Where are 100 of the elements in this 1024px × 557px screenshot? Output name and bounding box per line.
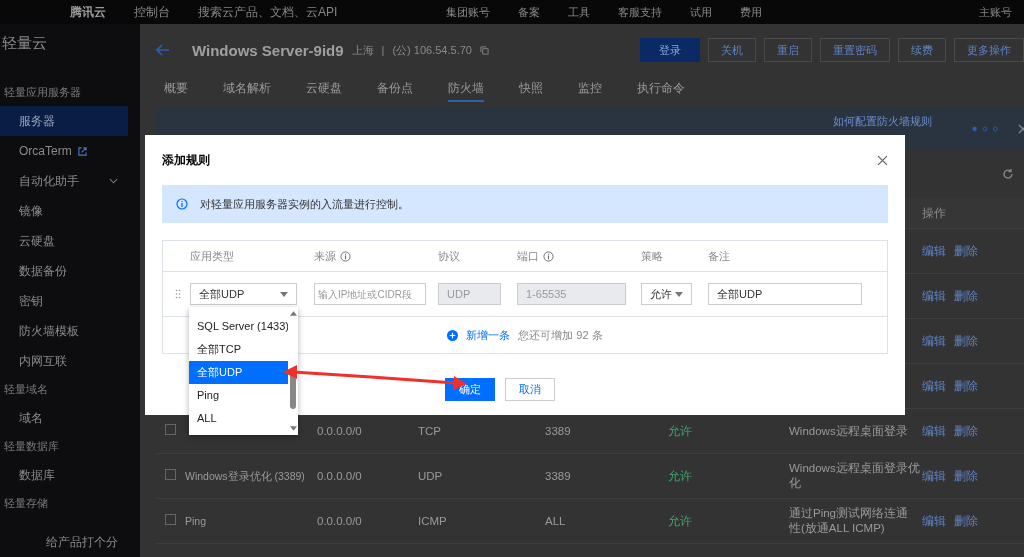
column-header: 应用类型 [190,248,234,264]
logo[interactable]: 腾讯云 [70,3,106,21]
add-rule-link[interactable]: 新增一条 [466,327,511,343]
close-icon[interactable] [877,154,888,166]
tab[interactable]: 备份点 [377,76,413,102]
caret-up-icon[interactable] [289,311,297,316]
column-header: 端口 [517,248,539,264]
row-action-link[interactable]: 删除 [954,379,978,392]
dropdown-option[interactable]: SQL Server (1433) [189,315,288,338]
tab[interactable]: 防火墙 [448,76,484,102]
back-arrow-icon[interactable] [156,44,170,56]
remaining-hint: 您还可增加 92 条 [518,327,603,343]
pagination-dots-icon[interactable] [972,126,998,132]
note-field[interactable]: 全部UDP [708,283,862,305]
sidebar-item[interactable]: 云硬盘 [0,226,140,256]
top-menu-item[interactable]: 集团账号 [446,4,490,20]
policy-status: 允许 [668,424,692,437]
table-cell: 0.0.0.0/0 [317,469,362,482]
tab[interactable]: 域名解析 [223,76,271,102]
sidebar-item[interactable]: 数据备份 [0,256,140,286]
sidebar-item[interactable]: 自动化助手 [0,166,140,196]
tab[interactable]: 执行命令 [637,76,685,102]
top-menu-item[interactable]: 备案 [518,4,540,20]
dropdown-option[interactable]: Ping [189,384,288,407]
action-button[interactable]: 重启 [764,38,812,62]
row-action-link[interactable]: 删除 [954,244,978,257]
add-icon[interactable] [447,329,459,341]
action-button[interactable]: 登录 [640,38,700,62]
table-cell: ALL [545,514,566,527]
type-select[interactable]: 全部UDP [190,283,297,305]
sidebar-item[interactable]: 镜像 [0,196,140,226]
top-menu-item[interactable]: 试用 [690,4,712,20]
drag-handle-icon[interactable] [175,289,181,299]
column-header: 协议 [438,248,460,264]
row-action-link[interactable]: 删除 [954,289,978,302]
sidebar-item[interactable]: 密钥 [0,286,140,316]
sidebar-item[interactable]: 防火墙模板 [0,316,140,346]
row-checkbox[interactable] [165,513,176,525]
row-checkbox[interactable] [165,468,176,480]
table-cell: 3389 [545,469,571,482]
external-link-icon [77,146,87,156]
sidebar-title: 轻量云 [1,33,48,53]
chevron-down-icon [109,178,118,184]
info-icon[interactable] [543,250,554,262]
sidebar-item[interactable]: 数据库 [0,460,140,490]
tab[interactable]: 概要 [164,76,188,102]
row-action-link[interactable]: 编辑 [922,334,946,347]
policy-status: 允许 [668,469,692,482]
row-checkbox[interactable] [165,423,176,435]
caret-down-icon[interactable] [289,426,297,431]
cancel-button[interactable]: 取消 [505,378,555,401]
row-action-link[interactable]: 编辑 [922,379,946,392]
row-action-link[interactable]: 删除 [954,334,978,347]
row-action-link[interactable]: 删除 [954,514,978,527]
sidebar-heading: 轻量域名 [3,382,49,397]
refresh-icon[interactable] [1002,168,1014,180]
row-action-link[interactable]: 删除 [954,424,978,437]
sidebar-heading: 轻量存储 [3,496,49,511]
ip-address: (公) 106.54.5.70 [392,42,472,58]
search-field[interactable]: 搜索云产品、文档、云API [198,5,418,19]
top-menu-item[interactable]: 工具 [568,4,590,20]
top-menu-item[interactable]: 费用 [740,4,762,20]
tab[interactable]: 监控 [578,76,602,102]
account-label[interactable]: 主账号 [979,4,1012,20]
row-action-link[interactable]: 编辑 [922,469,946,482]
sidebar-item[interactable]: 域名 [0,403,140,433]
sidebar-item[interactable]: 服务器 [0,106,128,136]
info-icon[interactable] [340,250,351,262]
table-cell: 0.0.0.0/0 [317,514,362,527]
action-button[interactable]: 重置密码 [820,38,890,62]
region-label: 上海 [351,42,374,58]
table-cell: Windows登录优化 (3389) [185,469,305,482]
copy-icon[interactable] [479,45,489,55]
row-action-link[interactable]: 编辑 [922,424,946,437]
table-cell: Windows远程桌面登录优化 [789,462,920,489]
table-cell: 通过Ping测试网络连通性(放通ALL ICMP) [789,507,909,534]
row-action-link[interactable]: 编辑 [922,289,946,302]
instance-name: Windows Server-9id9 [192,41,344,59]
console-link[interactable]: 控制台 [134,3,170,21]
table-cell: UDP [418,469,443,482]
row-action-link[interactable]: 编辑 [922,514,946,527]
source-field[interactable]: 输入IP地址或CIDR段 [314,283,426,305]
dropdown-option[interactable]: 全部TCP [189,338,288,361]
policy-select[interactable]: 允许 [641,283,692,305]
sidebar-item[interactable]: OrcaTerm [0,136,140,166]
help-link[interactable]: 如何配置防火墙规则 [833,114,932,129]
action-button[interactable]: 续费 [898,38,946,62]
sidebar-item[interactable]: 内网互联 [0,346,140,376]
column-header: 来源 [314,248,336,264]
top-menu-item[interactable]: 客服支持 [618,4,662,20]
feedback-link[interactable]: 给产品打个分 [46,534,118,551]
action-button[interactable]: 更多操作 [954,38,1024,62]
row-action-link[interactable]: 编辑 [922,244,946,257]
dropdown-option[interactable]: ALL [189,407,288,430]
row-action-link[interactable]: 删除 [954,469,978,482]
info-text: 对轻量应用服务器实例的入流量进行控制。 [200,196,409,212]
tab[interactable]: 云硬盘 [306,76,342,102]
action-button[interactable]: 关机 [708,38,756,62]
dropdown-option[interactable]: 全部UDP [189,361,288,384]
tab[interactable]: 快照 [519,76,543,102]
